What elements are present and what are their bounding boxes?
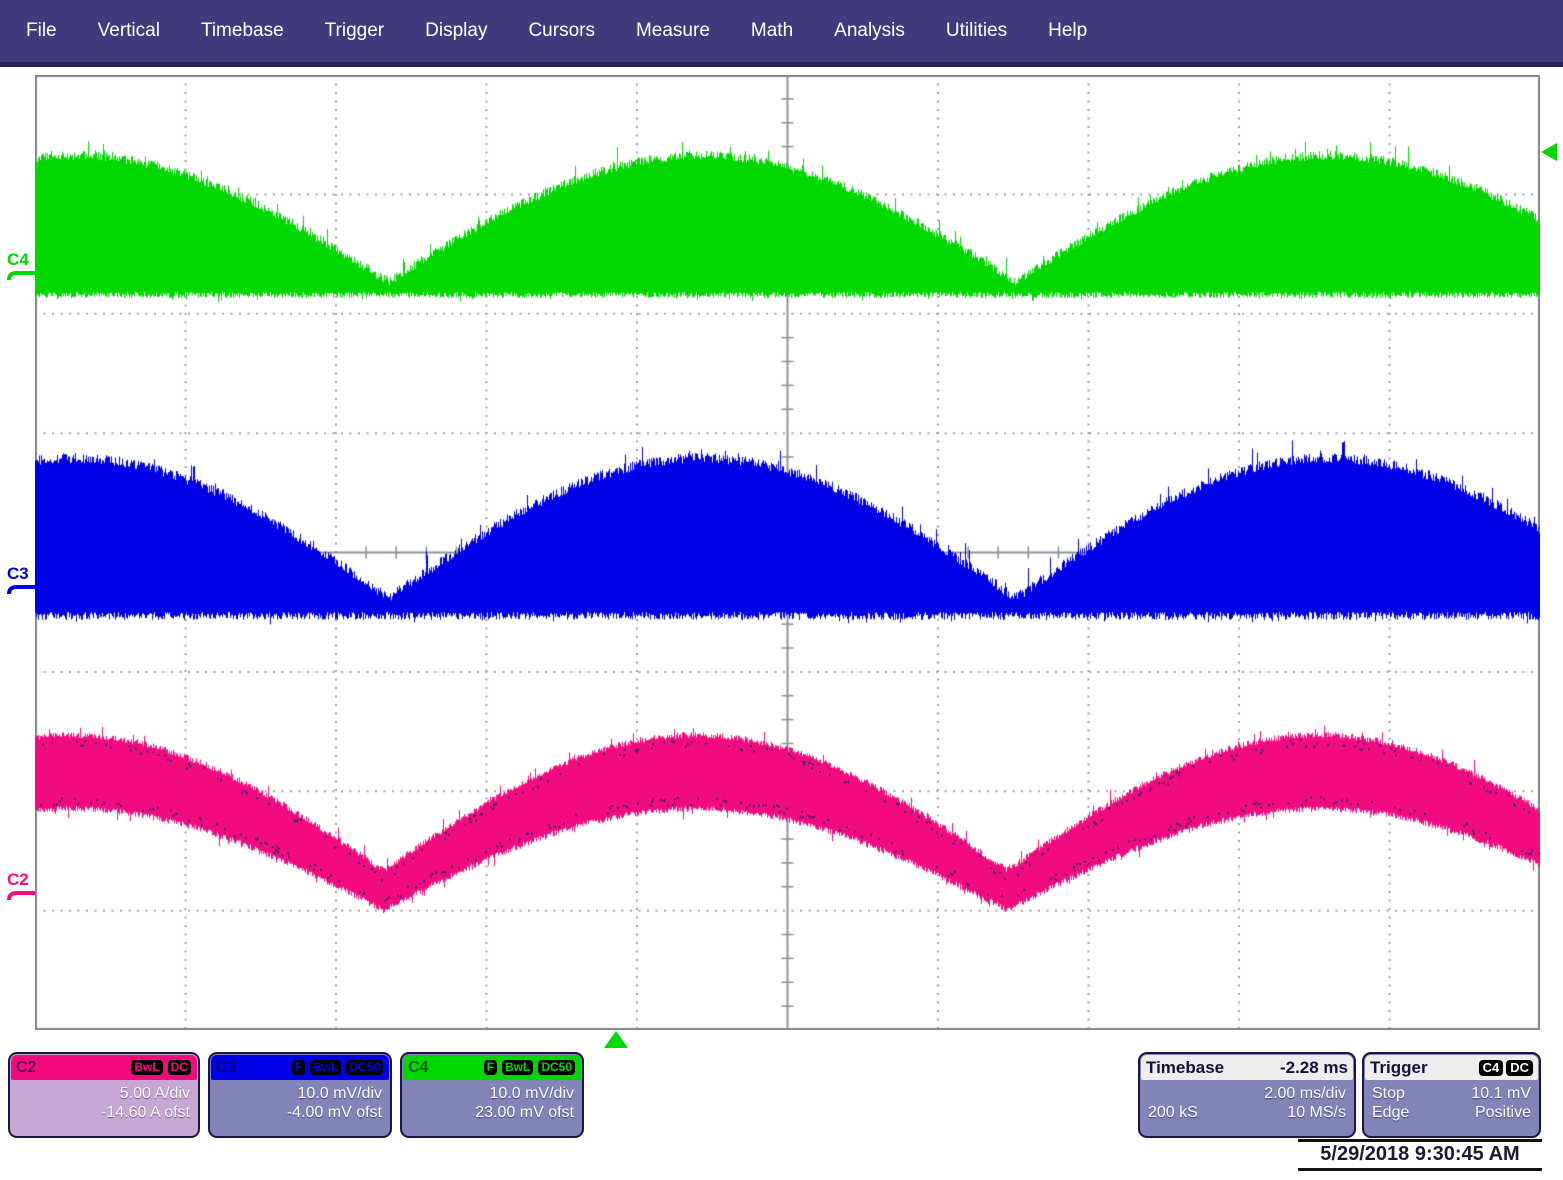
channel-position-marker-c3 [7,583,37,596]
trace-label-c2-text: C2 [7,872,29,888]
channel-c4-scale: 10.0 mV/div [410,1084,574,1103]
datetime-display: 5/29/2018 9:30:45 AM [1298,1139,1542,1171]
channel-c3-scale: 10.0 mV/div [218,1084,382,1103]
trigger-level-marker[interactable] [1541,143,1557,161]
channel-c2-label: C2 [16,1059,36,1077]
timebase-record-length: 200 kS [1148,1103,1198,1122]
waveform-grid-canvas[interactable] [35,75,1540,1030]
bandwidth-limit-badge: BwL [309,1059,342,1076]
trigger-coupling-badge: DC [1506,1060,1533,1076]
menu-item-analysis[interactable]: Analysis [834,20,905,42]
channel-c2-settings: 5.00 A/div -14.60 A ofst [10,1081,198,1122]
menu-item-timebase[interactable]: Timebase [201,20,284,42]
menu-item-vertical[interactable]: Vertical [98,20,160,42]
menu-bar: File Vertical Timebase Trigger Display Cursor… [0,0,1563,67]
coupling-badge: DC [167,1059,192,1076]
trigger-settings: Stop 10.1 mV Edge Positive [1364,1081,1539,1122]
menu-item-help[interactable]: Help [1048,20,1087,42]
timebase-settings: 2.00 ms/div 200 kS 10 MS/s [1140,1081,1354,1122]
channel-c3-header: C3 F BwL DC50 [211,1055,389,1080]
timebase-header: Timebase -2.28 ms [1141,1055,1353,1080]
channel-position-marker-c4 [7,269,37,282]
trace-label-c2[interactable]: C2 [7,872,43,902]
channel-c3-label: C3 [216,1059,236,1077]
oscilloscope-screen: File Vertical Timebase Trigger Display Cursor… [0,0,1563,1180]
trace-label-c4-text: C4 [7,252,29,268]
filter-badge: F [291,1059,306,1076]
channel-c4-offset: 23.00 mV ofst [410,1103,574,1122]
channel-descriptor-c4[interactable]: C4 F BwL DC50 10.0 mV/div 23.00 mV ofst [400,1052,584,1138]
channel-c4-settings: 10.0 mV/div 23.00 mV ofst [402,1081,582,1122]
menu-item-trigger[interactable]: Trigger [325,20,384,42]
timebase-scale: 2.00 ms/div [1264,1084,1346,1103]
trigger-header: Trigger C4 DC [1365,1055,1538,1080]
trace-label-c3-text: C3 [7,566,29,582]
timebase-delay: -2.28 ms [1280,1058,1348,1078]
trace-label-c4[interactable]: C4 [7,252,43,282]
menu-item-file[interactable]: File [26,20,57,42]
trigger-source-badge: C4 [1479,1060,1504,1076]
trigger-time-marker[interactable] [604,1031,628,1048]
menu-item-math[interactable]: Math [751,20,793,42]
trigger-mode: Stop [1372,1084,1405,1103]
bandwidth-limit-badge: BwL [501,1059,534,1076]
channel-c3-offset: -4.00 mV ofst [218,1103,382,1122]
channel-c4-header: C4 F BwL DC50 [403,1055,581,1080]
bandwidth-limit-badge: BwL [130,1059,163,1076]
channel-c3-settings: 10.0 mV/div -4.00 mV ofst [210,1081,390,1122]
trigger-level: 10.1 mV [1471,1084,1531,1103]
channel-c2-offset: -14.60 A ofst [18,1103,190,1122]
channel-descriptor-c2[interactable]: C2 BwL DC 5.00 A/div -14.60 A ofst [8,1052,200,1138]
channel-descriptor-c3[interactable]: C3 F BwL DC50 10.0 mV/div -4.00 mV ofst [208,1052,392,1138]
timebase-sample-rate: 10 MS/s [1287,1103,1346,1122]
coupling-badge: DC50 [345,1059,384,1076]
channel-c2-header: C2 BwL DC [11,1055,197,1080]
channel-position-marker-c2 [7,889,37,902]
trace-label-c3[interactable]: C3 [7,566,43,596]
coupling-badge: DC50 [537,1059,576,1076]
menu-item-display[interactable]: Display [425,20,487,42]
channel-c4-label: C4 [408,1059,428,1077]
trigger-title: Trigger [1370,1058,1428,1078]
menu-item-measure[interactable]: Measure [636,20,710,42]
trigger-panel[interactable]: Trigger C4 DC Stop 10.1 mV Edge Positive [1362,1052,1541,1138]
trigger-type: Edge [1372,1103,1409,1122]
filter-badge: F [483,1059,498,1076]
menu-item-cursors[interactable]: Cursors [528,20,595,42]
timebase-panel[interactable]: Timebase -2.28 ms 2.00 ms/div 200 kS 10 M… [1138,1052,1356,1138]
timebase-title: Timebase [1146,1058,1224,1078]
trigger-slope: Positive [1475,1103,1531,1122]
menu-item-utilities[interactable]: Utilities [946,20,1007,42]
channel-c2-scale: 5.00 A/div [18,1084,190,1103]
